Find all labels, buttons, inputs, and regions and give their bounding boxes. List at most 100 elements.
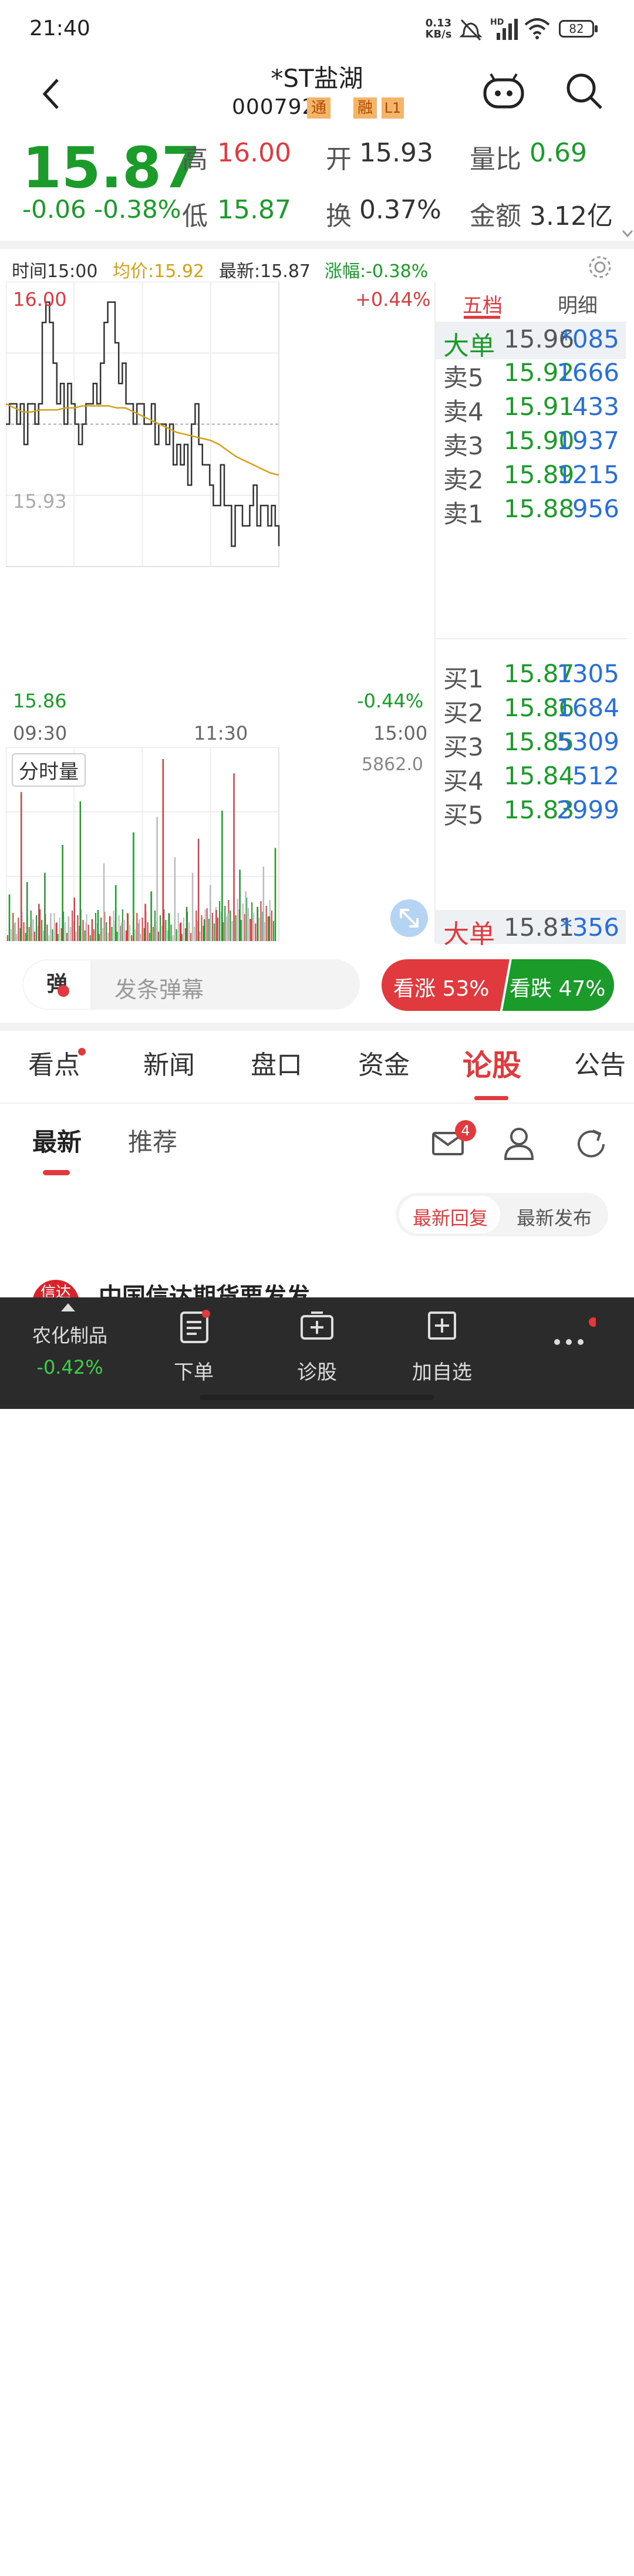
tab-forum-indicator [474, 1096, 508, 1100]
ask-price: 15.88 [504, 494, 575, 523]
diagnose-button[interactable]: 诊股 [273, 1356, 361, 1385]
tab-news[interactable]: 新闻 [143, 1030, 195, 1101]
more-icon[interactable] [549, 1315, 596, 1350]
bid-price: 15.84 [504, 761, 575, 790]
badge-tong: 通 [307, 97, 331, 119]
tab-pankou[interactable]: 盘口 [251, 1030, 302, 1101]
add-watch-icon [428, 1311, 456, 1340]
order-icon [180, 1310, 210, 1343]
tab-indicator [464, 316, 500, 319]
battery-icon: 82 [559, 20, 594, 38]
add-watch-button[interactable]: 加自选 [398, 1356, 486, 1385]
ask-label: 卖5 [443, 363, 484, 392]
wifi-icon [524, 18, 550, 39]
price-change: -0.06 [22, 195, 86, 224]
y-top-label: 16.00 [13, 288, 67, 311]
post-title[interactable]: 中国信达期货要发发 [99, 1277, 310, 1297]
low-label: 低 [182, 201, 208, 231]
ask-vol: 1666 [557, 358, 619, 387]
badge-rong: 融 [353, 97, 377, 119]
divider [0, 241, 634, 249]
home-indicator-spacer [200, 2570, 434, 2576]
danmu-check-icon [58, 985, 69, 997]
rise-button[interactable]: 看涨 53% [393, 972, 489, 1002]
high-value: 16.00 [217, 138, 291, 168]
ask-price: 15.91 [504, 392, 575, 421]
vol-ratio-label: 量比 [470, 144, 521, 174]
caret-up-icon[interactable] [61, 1303, 75, 1311]
tab-detail[interactable]: 明细 [558, 289, 598, 318]
amount-value: 3.12亿 [530, 201, 613, 231]
vol-ratio-value: 0.69 [530, 138, 587, 168]
badge-level: L1 [382, 97, 404, 119]
tab-kandian-dot [78, 1048, 86, 1056]
user-icon[interactable] [504, 1127, 534, 1160]
bid-vol: 1684 [557, 693, 619, 722]
tab-five-levels[interactable]: 五档 [463, 289, 503, 318]
price-chart[interactable] [6, 282, 432, 746]
ask-label: 卖1 [443, 500, 484, 528]
mail-badge: 4 [455, 1120, 476, 1141]
battery-level: 82 [569, 22, 584, 36]
ask-vol: 1215 [557, 460, 619, 489]
stock-code: 000792 [232, 95, 316, 119]
subtab-latest[interactable]: 最新 [32, 1122, 82, 1158]
tab-kandian[interactable]: 看点 [28, 1030, 80, 1101]
expand-arrow-icon[interactable] [621, 229, 634, 240]
big-ask-label: 大单 [443, 331, 495, 361]
prev-close-label: 15.93 [13, 490, 67, 512]
chart-avg: 均价:15.92 [113, 261, 204, 282]
forum-subtabs: 最新 推荐 4 最新回复 最新发布 信达 中国信达期货要发发 [0, 1104, 634, 1303]
sector-name[interactable]: 农化制品 [26, 1321, 114, 1348]
mute-icon [459, 19, 483, 41]
refresh-icon[interactable] [575, 1128, 607, 1160]
content-tabs: 看点 新闻 盘口 资金 论股 公告 [0, 1030, 634, 1104]
chart-latest: 最新:15.87 [219, 261, 311, 282]
gear-icon[interactable] [587, 254, 613, 280]
volume-label[interactable]: 分时量 [12, 753, 86, 787]
ask-row[interactable]: 卖1 15.88 956 [443, 494, 619, 541]
tab-announcement[interactable]: 公告 [574, 1030, 626, 1101]
bid-label: 买3 [443, 733, 484, 761]
subtab-recommend[interactable]: 推荐 [128, 1122, 177, 1158]
quote-panel: 15.87 -0.06 -0.38% 高 16.00 低 15.87 开 15.… [0, 129, 634, 241]
fullscreen-button[interactable] [390, 899, 428, 937]
robot-assistant-icon[interactable] [481, 72, 526, 110]
tab-forum[interactable]: 论股 [463, 1030, 521, 1101]
bottom-nav: 农化制品 -0.42% 下单 诊股 加自选 [0, 1297, 634, 1409]
tab-funds[interactable]: 资金 [358, 1030, 410, 1101]
bid-label: 买2 [443, 699, 484, 727]
open-value: 15.93 [359, 138, 433, 168]
diagnose-icon [301, 1311, 333, 1340]
intraday-chart-area: 时间15:00 均价:15.92 最新:15.87 涨幅:-0.38% 16.0… [0, 249, 634, 949]
danmu-badge[interactable]: 弹 [23, 960, 92, 1009]
danmu-bar: 弹 发条弹幕 看涨 53% 看跌 47% [0, 951, 634, 1024]
volume-max: 5862.0 [362, 754, 423, 775]
sort-latest-reply[interactable]: 最新回复 [413, 1203, 488, 1230]
battery-tip [595, 25, 598, 32]
sector-change: -0.42% [36, 1356, 103, 1378]
ask-bid-divider [434, 638, 627, 639]
expand-icon [400, 909, 419, 928]
y-bottom-label: 15.86 [13, 690, 67, 712]
big-ask-vol: *085 [559, 325, 619, 353]
big-bid-label: 大单 [443, 919, 495, 949]
x-end-label: 15:00 [373, 722, 428, 744]
big-bid-vol: *356 [559, 913, 619, 942]
sort-latest-publish[interactable]: 最新发布 [517, 1203, 592, 1230]
net-speed: 0.13 KB/s [425, 17, 452, 41]
pct-top-label: +0.44% [355, 288, 431, 311]
search-icon[interactable] [565, 72, 603, 110]
home-indicator[interactable] [200, 1395, 434, 1400]
bid-row[interactable]: 买5 15.83 2999 [443, 795, 619, 842]
bid-vol: 1305 [557, 659, 619, 688]
bid-label: 买5 [443, 801, 484, 830]
x-start-label: 09:30 [13, 722, 68, 744]
divider [0, 1023, 634, 1031]
ask-label: 卖2 [443, 466, 484, 494]
bid-label: 买4 [443, 767, 484, 795]
fall-button[interactable]: 看跌 47% [510, 972, 605, 1002]
ask-label: 卖3 [443, 431, 484, 460]
order-button[interactable]: 下单 [150, 1356, 238, 1385]
bid-vol: 512 [572, 761, 619, 790]
